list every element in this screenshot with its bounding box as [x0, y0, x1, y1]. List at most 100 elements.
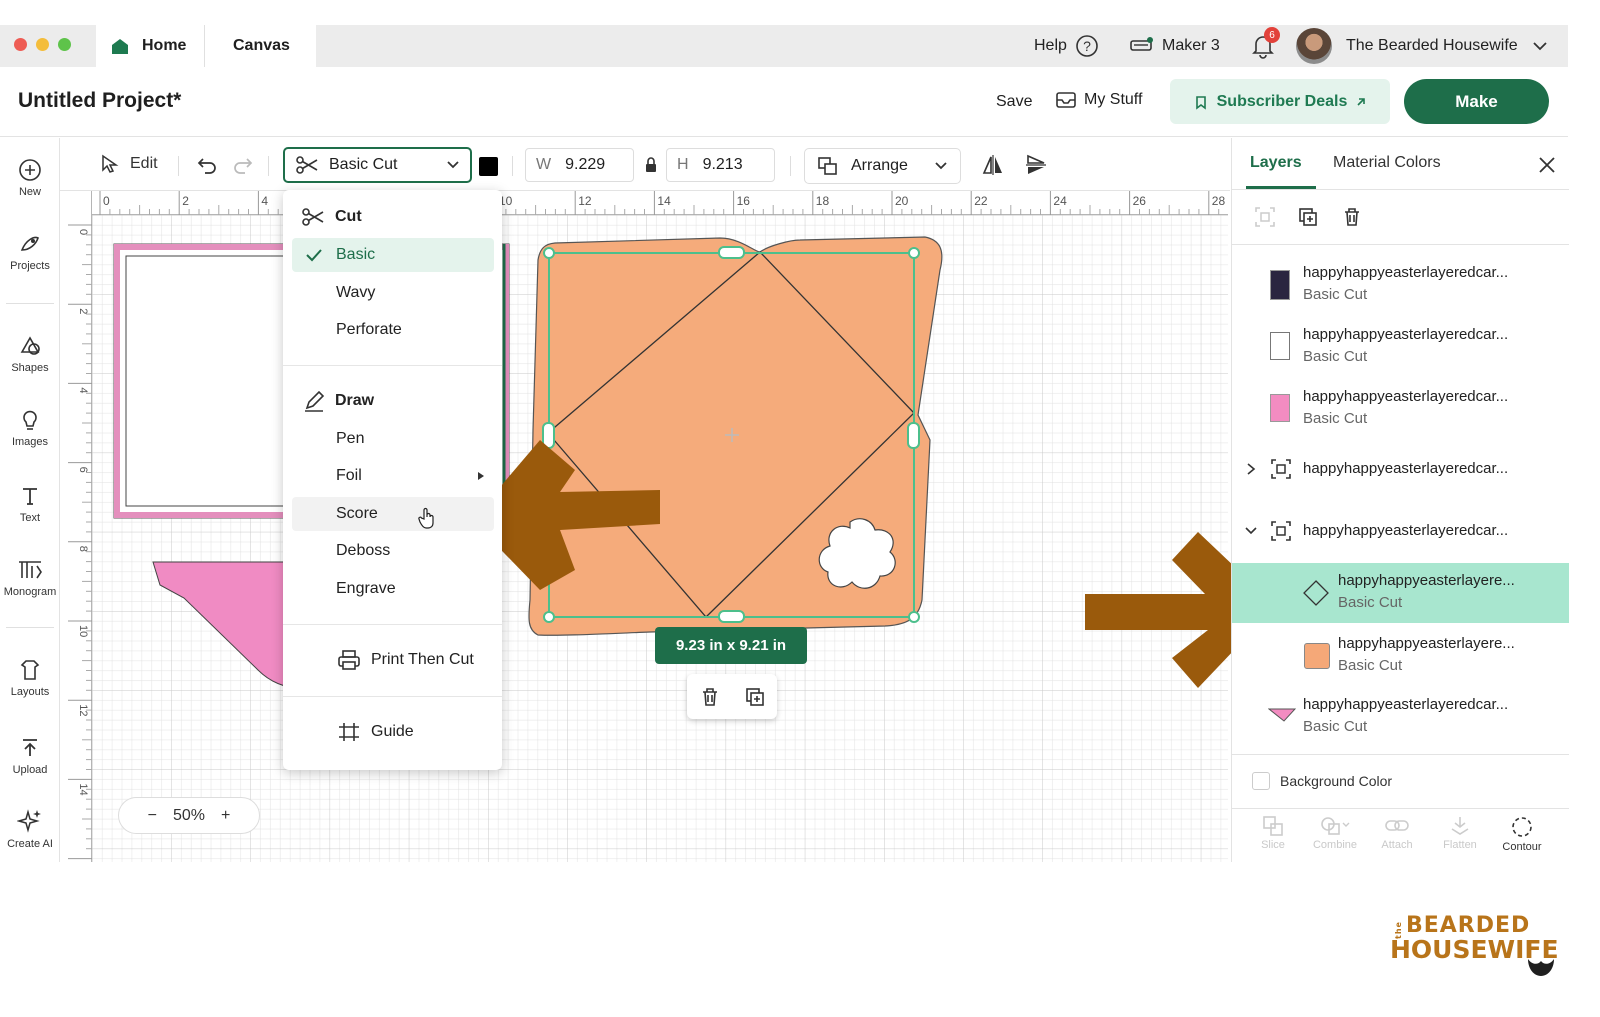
dropdown-item-print-then-cut[interactable]: Print Then Cut	[283, 643, 502, 677]
ruler-label: 26	[1133, 194, 1147, 208]
dropdown-item-engrave[interactable]: Engrave	[283, 572, 502, 606]
ruler-label: 12	[578, 194, 592, 208]
layer-row[interactable]: happyhappyeasterlayere... Basic Cut	[1232, 626, 1569, 686]
layer-row[interactable]: happyhappyeasterlayeredcar... Basic Cut	[1232, 317, 1569, 377]
dropdown-header-label: Draw	[335, 392, 375, 409]
layer-operation: Basic Cut	[1303, 348, 1368, 365]
zoom-in-button[interactable]: +	[221, 807, 230, 825]
slice-icon	[1263, 816, 1283, 836]
dropdown-item-label: Pen	[336, 430, 365, 447]
layer-name: happyhappyeasterlayeredcar...	[1303, 696, 1509, 713]
scissors-icon	[302, 208, 324, 226]
contour-icon	[1512, 817, 1532, 837]
dropdown-item-deboss[interactable]: Deboss	[283, 534, 502, 568]
layer-row[interactable]: happyhappyeasterlayeredcar... Basic Cut	[1232, 255, 1569, 315]
panel-tabs: Layers Material Colors	[1232, 138, 1569, 190]
ruler-label: 28	[1212, 194, 1226, 208]
ruler-label: 24	[1053, 194, 1067, 208]
resize-handle[interactable]	[543, 611, 555, 623]
layer-name: happyhappyeasterlayeredcar...	[1303, 522, 1509, 539]
ruler-label: 20	[895, 194, 909, 208]
trash-icon[interactable]	[1341, 206, 1363, 228]
attach-button[interactable]: Attach	[1367, 815, 1427, 851]
close-icon[interactable]	[1538, 156, 1556, 174]
ruler-label: 14	[77, 783, 89, 795]
ruler-label: 22	[974, 194, 988, 208]
layer-row[interactable]: happyhappyeasterlayeredcar... Basic Cut	[1232, 379, 1569, 439]
beard-icon	[1528, 959, 1554, 976]
dropdown-item-score[interactable]: Score	[292, 497, 494, 531]
dropdown-item-wavy[interactable]: Wavy	[283, 276, 502, 310]
tab-layers[interactable]: Layers	[1250, 154, 1302, 172]
ruler-label: 0	[103, 194, 110, 208]
layer-name: happyhappyeasterlayeredcar...	[1303, 388, 1509, 405]
zoom-out-button[interactable]: −	[148, 807, 157, 825]
layer-operation: Basic Cut	[1303, 718, 1368, 735]
resize-handle[interactable]	[718, 610, 745, 623]
resize-handle[interactable]	[908, 611, 920, 623]
dropdown-header-cut: Cut	[283, 200, 502, 234]
chevron-right-icon[interactable]	[1246, 462, 1256, 476]
dropdown-item-guide[interactable]: Guide	[283, 715, 502, 749]
dropdown-item-label: Guide	[371, 723, 414, 740]
duplicate-icon[interactable]	[1297, 206, 1319, 228]
contour-button[interactable]: Contour	[1492, 815, 1552, 853]
ruler-label: 2	[182, 194, 189, 208]
dropdown-header-label: Cut	[335, 208, 362, 225]
dropdown-divider	[283, 624, 502, 625]
trash-icon[interactable]	[699, 686, 721, 708]
ruler-top-ticks: 0246810121416182022242628	[99, 191, 1226, 215]
flatten-button[interactable]: Flatten	[1430, 815, 1490, 851]
checkbox[interactable]	[1252, 772, 1270, 790]
ruler-label: 0	[77, 229, 89, 235]
duplicate-icon[interactable]	[744, 686, 766, 708]
dropdown-item-label: Engrave	[336, 580, 396, 597]
guide-icon	[339, 723, 359, 741]
layer-name: happyhappyeasterlayeredcar...	[1303, 326, 1509, 343]
dropdown-item-basic[interactable]: Basic	[292, 238, 494, 272]
chevron-down-icon[interactable]	[1244, 526, 1258, 536]
layer-row-selected[interactable]: happyhappyeasterlayere... Basic Cut	[1232, 563, 1569, 623]
resize-handle[interactable]	[718, 246, 745, 259]
watermark-line1: the BEARDED	[1390, 915, 1559, 939]
layer-row[interactable]: happyhappyeasterlayeredcar... Basic Cut	[1232, 687, 1569, 747]
resize-handle[interactable]	[907, 422, 920, 449]
resize-handle[interactable]	[543, 247, 555, 259]
pink-triangle-shape[interactable]	[152, 561, 301, 689]
tool-label: Flatten	[1443, 839, 1477, 851]
ruler-label: 6	[77, 467, 89, 473]
tool-label: Slice	[1261, 839, 1285, 851]
layer-thumbnail	[1268, 708, 1296, 722]
dropdown-item-label: Wavy	[336, 284, 376, 301]
dropdown-item-perforate[interactable]: Perforate	[283, 313, 502, 347]
envelope-shape[interactable]	[528, 236, 943, 636]
dropdown-item-foil[interactable]: Foil	[283, 459, 502, 493]
ruler-label: 12	[77, 704, 89, 716]
group-icon[interactable]	[1254, 206, 1276, 228]
layer-operation: Basic Cut	[1303, 286, 1368, 303]
slice-button[interactable]: Slice	[1243, 815, 1303, 851]
panel-divider	[1232, 754, 1569, 755]
zoom-level: 50%	[172, 806, 206, 824]
checkmark-icon	[306, 249, 322, 262]
tool-label: Combine	[1312, 839, 1358, 851]
combine-button[interactable]: Combine	[1305, 815, 1365, 851]
watermark-logo: the BEARDED HOUSEWIFE	[1390, 915, 1559, 976]
layer-group-row[interactable]: happyhappyeasterlayeredcar...	[1232, 440, 1569, 496]
tab-material-colors[interactable]: Material Colors	[1333, 154, 1441, 172]
background-color-toggle[interactable]: Background Color	[1252, 772, 1392, 790]
ruler-label: 16	[737, 194, 751, 208]
ruler-label: 18	[816, 194, 830, 208]
selection-dimensions: 9.23 in x 9.21 in	[655, 627, 807, 664]
dropdown-divider	[283, 696, 502, 697]
dropdown-item-label: Deboss	[336, 542, 391, 559]
layer-tools-bar: Slice Combine Attach Flatten Contour	[1232, 808, 1569, 862]
dropdown-item-pen[interactable]: Pen	[283, 422, 502, 456]
ruler-label: 10	[77, 625, 89, 637]
layer-operation: Basic Cut	[1303, 410, 1368, 427]
dropdown-item-label: Basic	[336, 246, 376, 263]
resize-handle[interactable]	[908, 247, 920, 259]
layer-operation: Basic Cut	[1338, 594, 1403, 611]
layer-group-row[interactable]: happyhappyeasterlayeredcar...	[1232, 502, 1569, 558]
layer-thumbnail	[1304, 643, 1330, 669]
